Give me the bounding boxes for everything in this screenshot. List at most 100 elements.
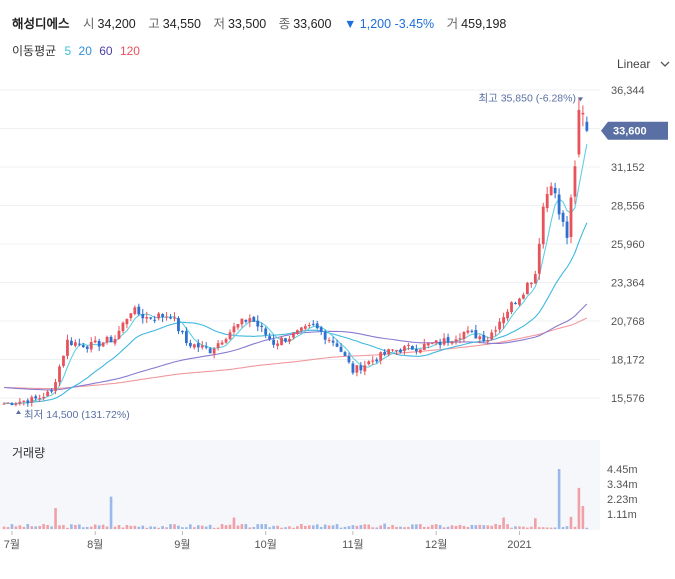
volume-bar bbox=[74, 524, 77, 529]
volume-bar bbox=[177, 525, 180, 529]
volume-bar bbox=[157, 527, 160, 529]
candle-body bbox=[129, 313, 133, 319]
volume-bar bbox=[38, 525, 41, 529]
volume-bar bbox=[510, 527, 513, 529]
candle-body bbox=[462, 332, 466, 340]
time-axis: 7월 8월 9월 10월 11월 12월 2021 bbox=[4, 531, 532, 551]
candle-body bbox=[200, 345, 204, 348]
candle-body bbox=[204, 346, 208, 348]
volume-bar bbox=[82, 527, 85, 529]
price-tick-label: 20,768 bbox=[611, 316, 645, 328]
candle-body bbox=[216, 343, 220, 348]
volume-bar bbox=[541, 527, 545, 529]
candle-body bbox=[466, 330, 470, 333]
candle-body bbox=[248, 318, 252, 322]
candle-body bbox=[157, 313, 161, 319]
candle-body bbox=[70, 340, 73, 345]
volume-bar bbox=[46, 525, 49, 529]
volume-bar bbox=[426, 526, 430, 529]
volume-bar bbox=[252, 526, 256, 529]
candle-body bbox=[339, 346, 343, 352]
volume-bar bbox=[363, 524, 367, 529]
candle-body bbox=[81, 344, 85, 348]
volume-bar bbox=[78, 524, 81, 529]
volume-bar bbox=[185, 527, 188, 529]
x-tick-label: 11월 bbox=[342, 538, 364, 551]
volume-bar bbox=[375, 527, 379, 529]
price-tick-label: 25,960 bbox=[611, 239, 645, 251]
candle-body bbox=[434, 340, 438, 343]
candle-body bbox=[220, 342, 224, 345]
candle-body bbox=[506, 311, 509, 319]
candle-body bbox=[311, 323, 315, 325]
price-tick-label: 15,576 bbox=[611, 393, 645, 405]
candle-body bbox=[236, 324, 240, 328]
candle-body bbox=[498, 321, 502, 330]
volume-bar bbox=[272, 525, 275, 529]
volume-bar bbox=[553, 527, 557, 529]
volume-bar bbox=[228, 524, 232, 529]
volume-bar bbox=[149, 526, 153, 529]
volume-bar bbox=[296, 526, 299, 529]
volume-bar bbox=[561, 527, 565, 529]
candle-body bbox=[26, 400, 30, 404]
volume-bar bbox=[109, 496, 113, 529]
candle-body bbox=[541, 206, 545, 245]
volume-bar bbox=[42, 524, 45, 529]
volume-bar bbox=[284, 527, 287, 529]
volume-bar bbox=[537, 527, 541, 529]
volume-bar bbox=[89, 526, 93, 529]
candle-body bbox=[514, 303, 517, 305]
candle-body bbox=[284, 338, 287, 342]
volume-bar bbox=[280, 527, 283, 529]
volume-bar bbox=[490, 525, 493, 529]
volume-bar bbox=[399, 526, 402, 529]
volume-bar bbox=[161, 526, 164, 529]
volume-bar bbox=[458, 524, 462, 529]
volume-bar bbox=[300, 524, 303, 529]
volume-bar bbox=[2, 526, 6, 529]
candle-body bbox=[581, 112, 585, 115]
candle-body bbox=[561, 212, 565, 222]
candle-body bbox=[577, 109, 581, 155]
volume-bar bbox=[10, 524, 14, 529]
candle-body bbox=[149, 317, 153, 319]
volume-bar bbox=[50, 526, 53, 529]
volume-bar bbox=[442, 527, 446, 529]
candle-body bbox=[101, 342, 105, 347]
volume-bar bbox=[62, 525, 65, 529]
volume-tick-label: 3.34m bbox=[607, 479, 638, 491]
volume-bar bbox=[549, 527, 553, 529]
volume-bar bbox=[474, 525, 478, 529]
candle-body bbox=[510, 302, 513, 313]
candle-body bbox=[454, 339, 458, 342]
candle-body bbox=[280, 337, 283, 345]
candle-body bbox=[145, 317, 149, 319]
candle-body bbox=[181, 330, 184, 333]
volume-bar bbox=[244, 524, 248, 529]
volume-bar bbox=[224, 525, 228, 529]
volume-bar bbox=[137, 526, 141, 529]
volume-bar bbox=[181, 527, 184, 529]
volume-bar bbox=[105, 526, 109, 529]
candlesticks bbox=[2, 97, 589, 407]
volume-bar bbox=[125, 524, 129, 529]
volume-bar bbox=[240, 524, 244, 529]
volume-bar bbox=[66, 527, 69, 529]
volume-bar bbox=[22, 526, 26, 529]
volume-bar bbox=[577, 487, 581, 529]
volume-bar bbox=[248, 527, 252, 529]
price-chart[interactable]: 36,344 31,152 28,556 25,960 23,364 20,768 18,1… bbox=[0, 0, 675, 579]
volume-bar bbox=[347, 526, 351, 529]
volume-bar bbox=[438, 525, 442, 529]
volume-bar bbox=[383, 523, 386, 529]
candle-body bbox=[525, 282, 529, 295]
volume-bar bbox=[430, 524, 434, 529]
candle-body bbox=[470, 330, 474, 332]
volume-tick-label: 1.11m bbox=[607, 509, 637, 521]
candle-body bbox=[125, 319, 129, 325]
candle-body bbox=[89, 342, 93, 350]
candle-body bbox=[46, 391, 50, 397]
volume-bar bbox=[351, 525, 355, 529]
candle-body bbox=[169, 317, 172, 319]
